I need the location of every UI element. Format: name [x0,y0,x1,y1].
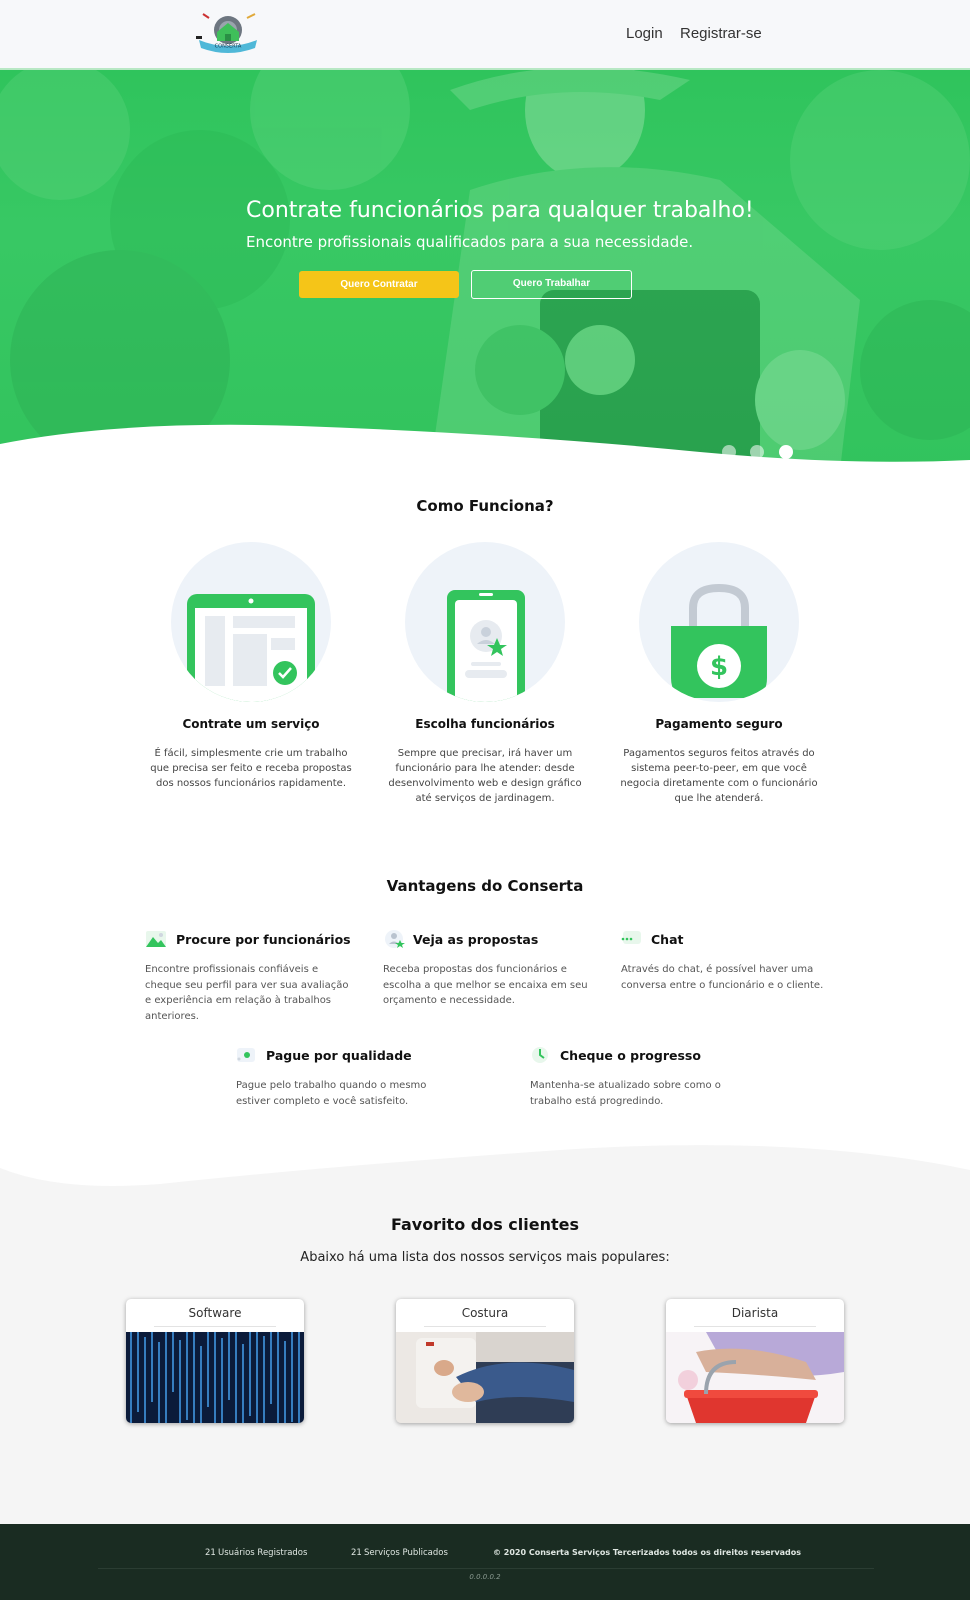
card-divider [424,1326,546,1327]
copyright-text: © 2020 Conserta Serviços Tercerizados to… [493,1548,802,1557]
service-card-label: Diarista [731,1306,779,1320]
cleaning-bucket-image [666,1332,844,1423]
hero-wave [0,424,970,470]
how-step-text: Sempre que precisar, irá haver um funcio… [388,748,582,804]
advantage-title: Veja as propostas [413,932,539,947]
advantage-text: Encontre profissionais confiáveis e cheq… [145,964,349,1022]
advantage-text: Pague pelo trabalho quando o mesmo estiv… [236,1080,427,1107]
services-count: 21 [351,1548,362,1558]
service-card-label: Costura [461,1306,509,1320]
nav-register-link[interactable]: Registrar-se [680,25,762,42]
progress-clock-icon [532,1047,548,1063]
version-text: 0.0.0.0.2 [469,1573,501,1581]
quality-coin-icon [237,1048,255,1062]
conserta-logo[interactable]: CONSERTA [195,12,261,56]
hero-subtitle: Encontre profissionais qualificados para… [246,233,694,251]
software-code-image [126,1332,304,1423]
tablet-check-icon [171,542,331,702]
how-it-works-title: Como Funciona? [416,497,554,515]
advantage-text: Receba propostas dos funcionários e esco… [383,964,588,1006]
carousel-dot-3[interactable] [779,445,793,459]
service-card-label: Software [188,1306,242,1320]
how-step-title: Pagamento seguro [655,717,783,731]
services-label: Serviços Publicados [364,1548,448,1558]
nav-login-link[interactable]: Login [626,25,663,42]
phone-profile-star-icon [405,542,565,702]
how-step-title: Escolha funcionários [415,717,555,731]
advantage-title: Procure por funcionários [176,932,351,947]
favorites-title: Favorito dos clientes [390,1215,580,1234]
users-count: 21 [205,1548,216,1558]
landscape-image-icon [146,931,166,947]
service-card-software[interactable]: Software [126,1299,304,1423]
carousel-dot-1[interactable] [722,445,736,459]
how-step-title: Contrate um serviço [182,717,320,731]
site-header: CONSERTA Login Registrar-se [0,0,970,70]
site-footer: 21 Usuários Registrados 21 Serviços Publ… [0,1524,970,1600]
favorites-wave [0,1140,970,1186]
advantage-text: Através do chat, é possível haver uma co… [621,964,824,991]
advantage-title: Chat [651,932,684,947]
footer-divider [98,1568,874,1569]
carousel-dot-2[interactable] [750,445,764,459]
card-divider [154,1326,276,1327]
chat-bubble-icon [621,931,641,944]
advantage-text: Mantenha-se atualizado sobre como o trab… [530,1080,721,1107]
logo-lettering: CONSERTA [215,44,242,50]
service-card-diarista[interactable]: Diarista [666,1299,844,1423]
how-step-text: Pagamentos seguros feitos através do sis… [620,748,818,804]
favorites-subtitle: Abaixo há uma lista dos nossos serviços … [300,1250,670,1265]
shopping-bag-dollar-icon: $ [639,542,799,702]
card-divider [694,1326,816,1327]
advantage-title: Pague por qualidade [266,1048,412,1063]
users-label: Usuários Registrados [218,1548,308,1558]
service-card-costura[interactable]: Costura [396,1299,574,1423]
user-star-icon [385,930,405,948]
advantages-title: Vantagens do Conserta [386,877,584,895]
sewing-machine-image [396,1332,574,1423]
svg-text:$: $ [710,652,728,682]
how-step-text: É fácil, simplesmente crie um trabalho q… [150,748,352,789]
hire-button[interactable]: Quero Contratar [299,271,459,298]
advantage-title: Cheque o progresso [560,1048,701,1063]
work-button[interactable]: Quero Trabalhar [471,270,632,299]
hero-title: Contrate funcionários para qualquer trab… [246,198,754,223]
